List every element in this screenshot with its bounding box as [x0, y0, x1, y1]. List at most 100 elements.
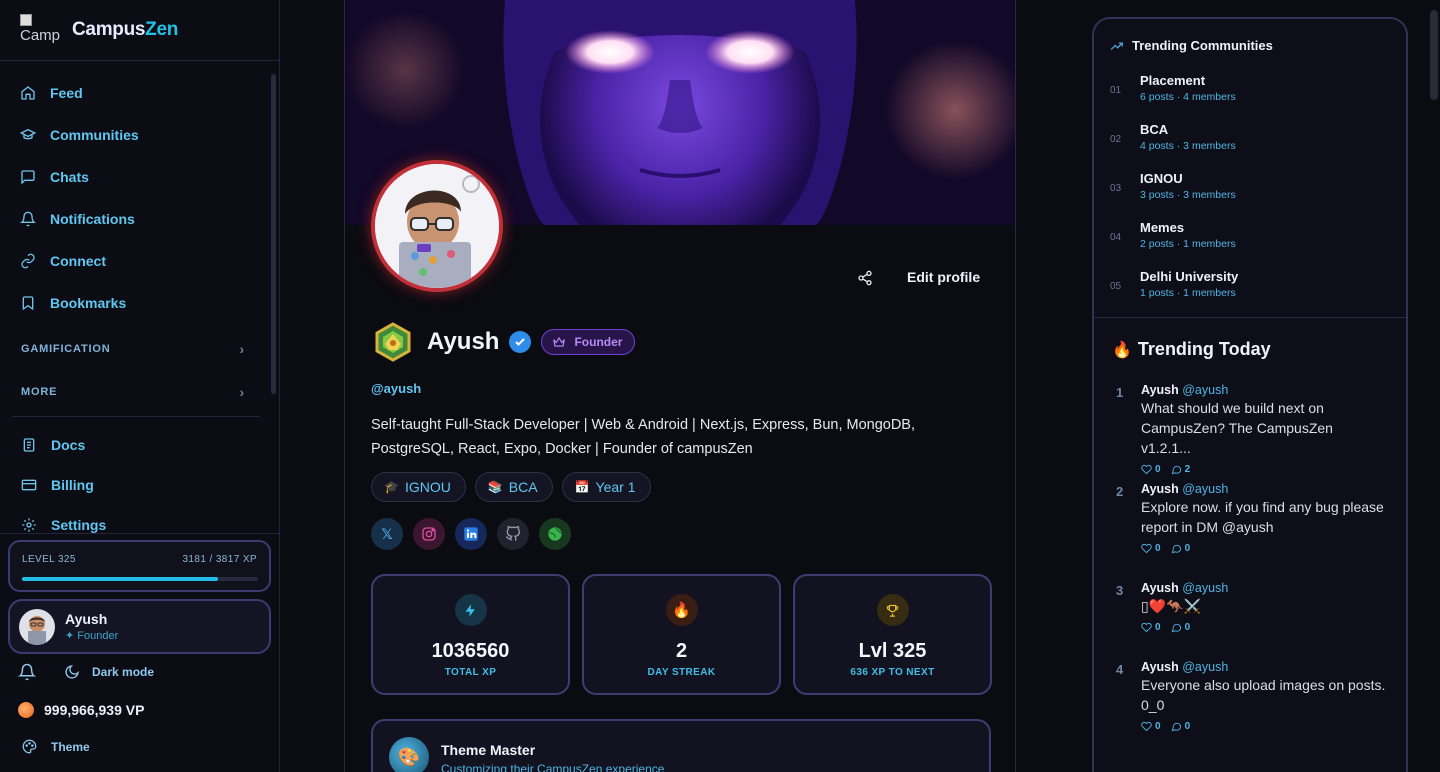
- community-item[interactable]: 05 Delhi University 1 posts · 1 members: [1110, 269, 1390, 318]
- heart-icon: [1141, 464, 1152, 475]
- comment-button[interactable]: 0: [1171, 543, 1190, 554]
- post-text: Explore now. if you find any bug please …: [1141, 499, 1384, 535]
- instagram-icon[interactable]: [413, 518, 445, 550]
- level-label: LEVEL 325: [22, 554, 76, 565]
- main-nav: Feed Communities Chats Notifications Con…: [20, 72, 260, 324]
- founder-label: Founder: [574, 335, 623, 349]
- post-handle[interactable]: @ayush: [1182, 482, 1228, 496]
- trending-post[interactable]: 3 Ayush @ayush ▯❤️🦘⚔️ 0 0: [1116, 581, 1386, 660]
- trending-post[interactable]: 1 Ayush @ayush What should we build next…: [1116, 383, 1386, 482]
- github-icon[interactable]: [497, 518, 529, 550]
- stat-label: DAY STREAK: [647, 667, 716, 678]
- like-count: 0: [1155, 543, 1161, 554]
- post-text: What should we build next on CampusZen? …: [1141, 400, 1333, 456]
- user-name: Ayush: [65, 611, 108, 627]
- dark-mode-toggle[interactable]: Dark mode: [92, 665, 154, 679]
- post-text: Everyone also upload images on posts. 0_…: [1141, 677, 1386, 713]
- post-author[interactable]: Ayush: [1141, 383, 1179, 397]
- stat-level[interactable]: Lvl 325 636 XP TO NEXT: [793, 574, 992, 695]
- section-label: GAMIFICATION: [21, 343, 111, 355]
- community-meta: 6 posts · 4 members: [1140, 91, 1236, 103]
- community-item[interactable]: 01 Placement 6 posts · 4 members: [1110, 73, 1390, 122]
- nav-item-bookmarks[interactable]: Bookmarks: [20, 282, 260, 324]
- nav-item-billing[interactable]: Billing: [21, 465, 261, 505]
- vp-balance: 999,966,939 VP: [18, 702, 144, 718]
- like-button[interactable]: 0: [1141, 464, 1161, 475]
- like-button[interactable]: 0: [1141, 543, 1161, 554]
- post-author[interactable]: Ayush: [1141, 660, 1179, 674]
- comment-icon: [1171, 544, 1181, 554]
- post-reactions: 0 0: [1141, 622, 1386, 633]
- post-handle[interactable]: @ayush: [1182, 383, 1228, 397]
- broken-image-icon: [20, 14, 32, 26]
- comment-count: 0: [1184, 721, 1191, 732]
- profile-avatar[interactable]: [371, 160, 503, 292]
- nav-item-notifications[interactable]: Notifications: [20, 198, 260, 240]
- stat-total-xp[interactable]: 1036560 TOTAL XP: [371, 574, 570, 695]
- section-more[interactable]: MORE ›: [21, 384, 245, 400]
- comment-icon: [1171, 623, 1181, 633]
- page-scrollbar[interactable]: [1430, 10, 1438, 100]
- user-role: ✦ Founder: [65, 630, 119, 642]
- rank: 1: [1116, 385, 1124, 400]
- community-item[interactable]: 03 IGNOU 3 posts · 3 members: [1110, 171, 1390, 220]
- heart-icon: [1141, 721, 1152, 732]
- community-name: Placement: [1140, 73, 1206, 88]
- post-author[interactable]: Ayush: [1141, 581, 1179, 595]
- theme-button[interactable]: Theme: [22, 739, 90, 754]
- community-item[interactable]: 02 BCA 4 posts · 3 members: [1110, 122, 1390, 171]
- comment-button[interactable]: 0: [1171, 721, 1191, 732]
- globe-icon[interactable]: [539, 518, 571, 550]
- nav-item-communities[interactable]: Communities: [20, 114, 260, 156]
- achievement-card[interactable]: 🎨 Theme Master Customizing their CampusZ…: [371, 719, 991, 772]
- trending-post[interactable]: 4 Ayush @ayush Everyone also upload imag…: [1116, 660, 1386, 759]
- chip-course[interactable]: 📚 BCA: [474, 472, 553, 502]
- rank: 01: [1110, 85, 1122, 96]
- coin-icon: [18, 702, 34, 718]
- nav-item-connect[interactable]: Connect: [20, 240, 260, 282]
- moon-icon[interactable]: [64, 664, 80, 680]
- share-icon[interactable]: [857, 270, 873, 286]
- divider: [0, 60, 279, 61]
- logo[interactable]: Camp CampusZen: [20, 12, 178, 48]
- comment-button[interactable]: 2: [1171, 464, 1190, 475]
- achievement-subtitle: Customizing their CampusZen experience: [441, 762, 665, 772]
- level-xp: 3181 / 3817 XP: [182, 554, 257, 565]
- level-card[interactable]: LEVEL 325 3181 / 3817 XP: [8, 540, 271, 592]
- user-card[interactable]: Ayush ✦ Founder: [8, 599, 271, 654]
- heart-icon: [1141, 543, 1152, 554]
- stat-day-streak[interactable]: 🔥 2 DAY STREAK: [582, 574, 781, 695]
- nav-item-feed[interactable]: Feed: [20, 72, 260, 114]
- post-text: ▯❤️🦘⚔️: [1141, 598, 1201, 614]
- linkedin-icon[interactable]: [455, 518, 487, 550]
- nav-item-settings[interactable]: Settings: [21, 505, 261, 545]
- rank: 02: [1110, 134, 1122, 145]
- profile-bio: Self-taught Full-Stack Developer | Web &…: [371, 417, 916, 457]
- trending-up-icon: [1110, 42, 1123, 50]
- x-twitter-icon[interactable]: 𝕏: [371, 518, 403, 550]
- avatar: [19, 608, 55, 645]
- nav-label: Connect: [50, 253, 106, 269]
- right-panel: Trending Communities 01 Placement 6 posts…: [1092, 17, 1408, 772]
- trending-post[interactable]: 2 Ayush @ayush Explore now. if you find …: [1116, 482, 1386, 581]
- like-button[interactable]: 0: [1141, 622, 1161, 633]
- post-handle[interactable]: @ayush: [1182, 581, 1228, 595]
- edit-profile-button[interactable]: Edit profile: [907, 269, 980, 285]
- nav-label: Billing: [51, 477, 94, 493]
- chip-institution[interactable]: 🎓 IGNOU: [371, 472, 466, 502]
- nav-item-chats[interactable]: Chats: [20, 156, 260, 198]
- post-handle[interactable]: @ayush: [1182, 660, 1228, 674]
- bell-icon[interactable]: [18, 663, 36, 681]
- nav-label: Communities: [50, 127, 139, 143]
- like-button[interactable]: 0: [1141, 721, 1161, 732]
- chip-year[interactable]: 📅 Year 1: [561, 472, 651, 502]
- section-gamification[interactable]: GAMIFICATION ›: [21, 341, 245, 357]
- community-item[interactable]: 04 Memes 2 posts · 1 members: [1110, 220, 1390, 269]
- stats-row: 1036560 TOTAL XP 🔥 2 DAY STREAK Lvl 325 …: [371, 574, 992, 695]
- comment-button[interactable]: 0: [1171, 622, 1190, 633]
- nav-label: Notifications: [50, 211, 135, 227]
- books-icon: 📚: [487, 480, 503, 494]
- nav-item-docs[interactable]: Docs: [21, 425, 261, 465]
- sidebar-scrollbar[interactable]: [271, 74, 276, 394]
- post-author[interactable]: Ayush: [1141, 482, 1179, 496]
